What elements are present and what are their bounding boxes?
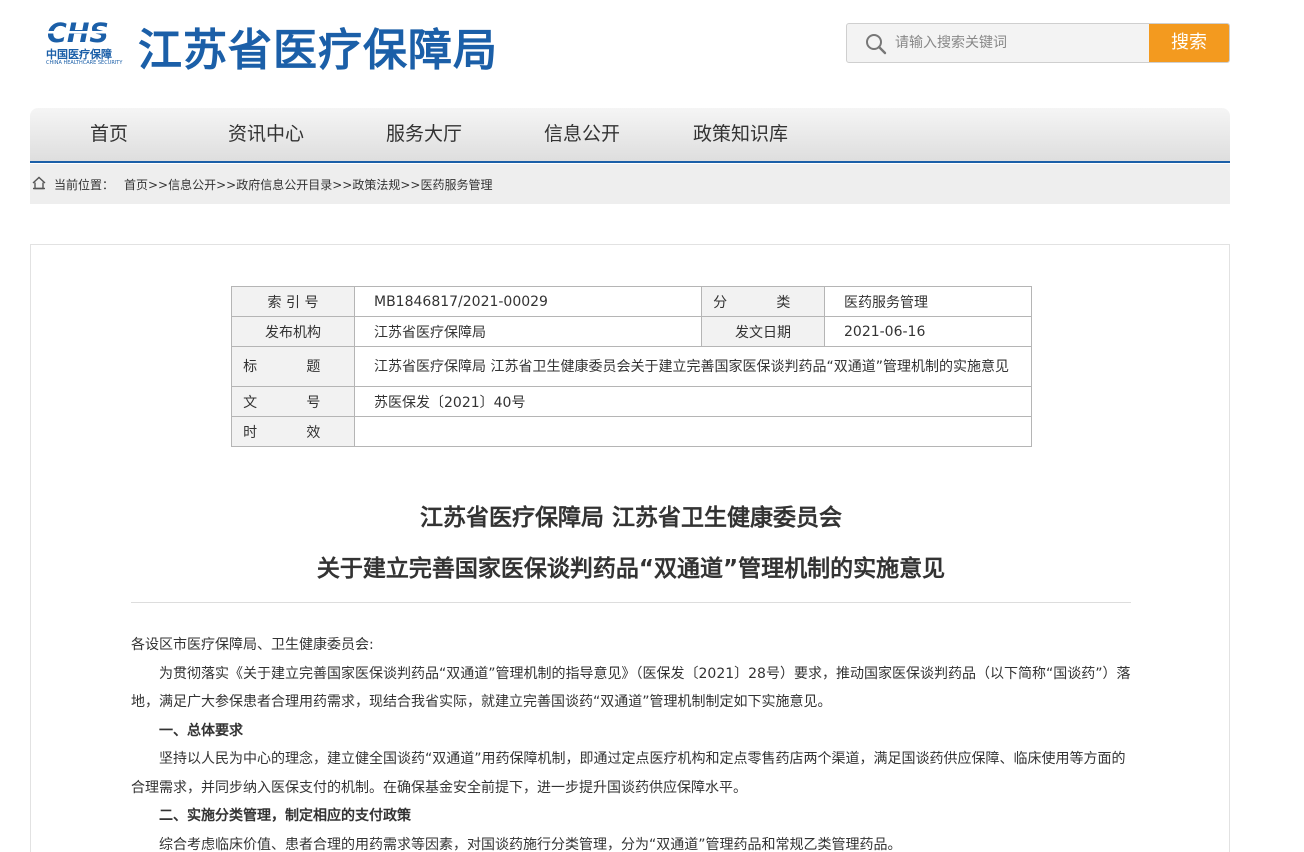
search-button[interactable]: 搜索 — [1149, 24, 1229, 62]
site-header: CHS 中国医疗保障 CHINA HEALTHCARE SECURITY 江苏省… — [0, 0, 1304, 100]
meta-publisher: 江苏省医疗保障局 — [354, 316, 702, 347]
article-container: 索 引 号 MB1846817/2021-00029 分 类 医药服务管理 发布… — [30, 244, 1230, 852]
meta-doc-no: 苏医保发〔2021〕40号 — [354, 386, 1032, 417]
section-heading-1: 一、总体要求 — [159, 722, 243, 739]
nav-item-info-disclosure[interactable]: 信息公开 — [544, 108, 620, 161]
article-title-line1: 江苏省医疗保障局 江苏省卫生健康委员会 — [419, 505, 842, 531]
paragraph-general-requirements: 坚持以人民为中心的理念，建立健全国谈药“双通道”用药保障机制，即通过定点医疗机构… — [131, 751, 1126, 796]
nav-item-news[interactable]: 资讯中心 — [228, 108, 304, 161]
meta-index-no: MB1846817/2021-00029 — [354, 286, 702, 317]
search-input[interactable] — [895, 24, 1150, 62]
salutation: 各设区市医疗保障局、卫生健康委员会: — [131, 637, 374, 653]
nav-item-home[interactable]: 首页 — [90, 108, 128, 161]
meta-index-no-label: 索 引 号 — [231, 286, 355, 317]
home-icon — [32, 176, 46, 190]
meta-category-label: 分 类 — [701, 286, 825, 317]
article-title-line2: 关于建立完善国家医保谈判药品“双通道”管理机制的实施意见 — [316, 556, 946, 582]
breadcrumb: 当前位置： 首页>>信息公开>>政府信息公开目录>>政策法规>>医药服务管理 — [30, 164, 1230, 204]
breadcrumb-path[interactable]: 首页>>信息公开>>政府信息公开目录>>政策法规>>医药服务管理 — [124, 176, 492, 193]
meta-title-label: 标 题 — [231, 346, 355, 387]
site-title: 江苏省医疗保障局 — [138, 25, 498, 76]
breadcrumb-label: 当前位置： — [54, 178, 115, 192]
meta-validity-label: 时 效 — [231, 416, 355, 447]
meta-issue-date-label: 发文日期 — [701, 316, 825, 347]
meta-category: 医药服务管理 — [824, 286, 1032, 317]
meta-validity — [354, 416, 1032, 447]
logo-en-text: CHINA HEALTHCARE SECURITY — [46, 60, 123, 66]
paragraph-intro: 为贯彻落实《关于建立完善国家医保谈判药品“双通道”管理机制的指导意见》（医保发〔… — [131, 665, 1131, 711]
section-heading-2: 二、实施分类管理，制定相应的支付政策 — [159, 808, 411, 824]
meta-publisher-label: 发布机构 — [231, 316, 355, 347]
main-nav: 首页 资讯中心 服务大厅 信息公开 政策知识库 — [30, 108, 1230, 163]
chs-logo-mark: CHS — [47, 18, 122, 46]
document-meta-table: 索 引 号 MB1846817/2021-00029 分 类 医药服务管理 发布… — [231, 286, 1032, 447]
chs-logo[interactable]: CHS 中国医疗保障 CHINA HEALTHCARE SECURITY — [46, 18, 126, 70]
search-box: 搜索 — [846, 23, 1230, 63]
nav-item-services[interactable]: 服务大厅 — [386, 108, 462, 161]
meta-doc-no-label: 文 号 — [231, 386, 355, 417]
meta-issue-date: 2021-06-16 — [824, 316, 1032, 347]
meta-title: 江苏省医疗保障局 江苏省卫生健康委员会关于建立完善国家医保谈判药品“双通道”管理… — [354, 346, 1032, 387]
title-divider — [131, 602, 1131, 603]
paragraph-classification: 综合考虑临床价值、患者合理的用药需求等因素，对国谈药施行分类管理，分为“双通道”… — [159, 836, 902, 852]
nav-item-policy-library[interactable]: 政策知识库 — [693, 108, 788, 161]
search-icon — [866, 34, 887, 55]
article-body: 各设区市医疗保障局、卫生健康委员会: 为贯彻落实《关于建立完善国家医保谈判药品“… — [131, 631, 1131, 852]
